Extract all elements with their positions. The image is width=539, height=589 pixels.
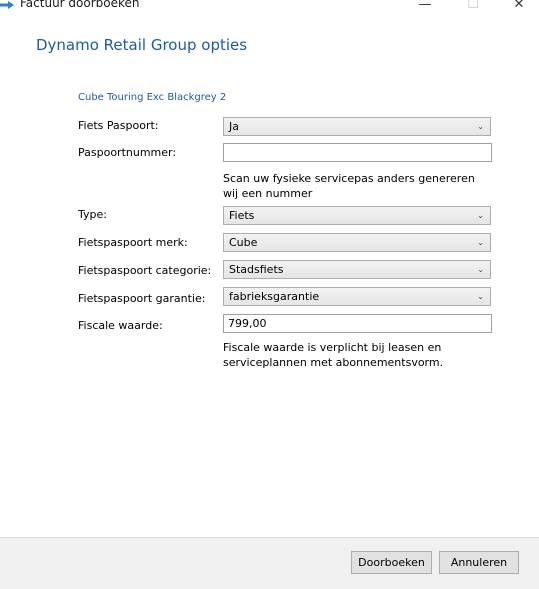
type-value: Fiets bbox=[229, 209, 255, 222]
dialog-heading: Dynamo Retail Group opties bbox=[36, 36, 248, 54]
merk-select[interactable]: Cube ⌄ bbox=[223, 233, 491, 252]
paspoort-value: Ja bbox=[229, 120, 239, 133]
categorie-label: Fietspaspoort categorie: bbox=[78, 264, 212, 277]
chevron-down-icon: ⌄ bbox=[477, 122, 484, 131]
categorie-value: Stadsfiets bbox=[229, 263, 284, 276]
product-name: Cube Touring Exc Blackgrey 2 bbox=[78, 92, 227, 103]
paspoortnummer-input[interactable] bbox=[223, 143, 492, 162]
chevron-down-icon: ⌄ bbox=[477, 211, 484, 220]
title-bar: Factuur doorboeken — ☐ ✕ bbox=[0, 0, 539, 14]
maximize-button[interactable]: ☐ bbox=[450, 0, 496, 14]
maximize-icon: ☐ bbox=[467, 0, 479, 12]
window-title: Factuur doorboeken bbox=[20, 0, 140, 10]
type-label: Type: bbox=[78, 208, 107, 221]
fiscale-waarde-hint: Fiscale waarde is verplicht bij leasen e… bbox=[223, 341, 444, 369]
fiscale-waarde-label: Fiscale waarde: bbox=[78, 319, 163, 332]
fiscale-waarde-input[interactable]: 799,00 bbox=[223, 314, 492, 333]
minimize-button[interactable]: — bbox=[402, 0, 448, 14]
merk-value: Cube bbox=[229, 236, 258, 249]
paspoort-label: Fiets Paspoort: bbox=[78, 119, 159, 132]
doorboeken-button[interactable]: Doorboeken bbox=[351, 551, 432, 574]
chevron-down-icon: ⌄ bbox=[477, 292, 484, 301]
type-select[interactable]: Fiets ⌄ bbox=[223, 206, 491, 225]
garantie-select[interactable]: fabrieksgarantie ⌄ bbox=[223, 287, 491, 306]
categorie-select[interactable]: Stadsfiets ⌄ bbox=[223, 260, 491, 279]
paspoortnummer-hint: Scan uw fysieke servicepas anders genere… bbox=[223, 172, 475, 200]
minimize-icon: — bbox=[418, 0, 432, 12]
close-button[interactable]: ✕ bbox=[496, 0, 539, 14]
annuleren-button[interactable]: Annuleren bbox=[439, 551, 519, 574]
paspoort-select[interactable]: Ja ⌄ bbox=[223, 117, 491, 136]
garantie-value: fabrieksgarantie bbox=[229, 290, 320, 303]
garantie-label: Fietspaspoort garantie: bbox=[78, 292, 206, 305]
arrow-icon bbox=[0, 1, 14, 9]
paspoortnummer-label: Paspoortnummer: bbox=[78, 146, 177, 159]
chevron-down-icon: ⌄ bbox=[477, 238, 484, 247]
chevron-down-icon: ⌄ bbox=[477, 265, 484, 274]
close-icon: ✕ bbox=[513, 0, 525, 12]
merk-label: Fietspaspoort merk: bbox=[78, 236, 188, 249]
